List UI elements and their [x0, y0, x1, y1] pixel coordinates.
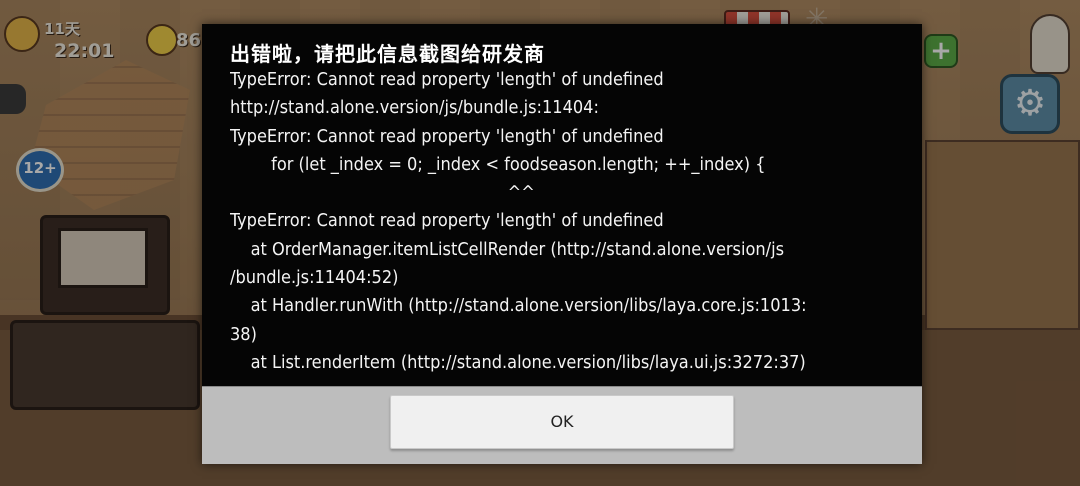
error-line: ^^: [230, 182, 535, 204]
error-line: 38): [230, 323, 257, 345]
error-line: http://stand.alone.version/js/bundle.js:…: [230, 97, 599, 119]
ok-button[interactable]: OK: [390, 395, 734, 449]
error-line: for (let _index = 0; _index < foodseason…: [230, 153, 766, 175]
dialog-footer: OK: [202, 386, 922, 464]
error-line: at OrderManager.itemListCellRender (http…: [230, 238, 785, 260]
error-dialog: 出错啦，请把此信息截图给研发商 TypeError: Cannot read p…: [202, 24, 922, 464]
error-message-scroll[interactable]: TypeError: Cannot read property 'length'…: [230, 66, 910, 382]
error-line: TypeError: Cannot read property 'length'…: [230, 69, 664, 90]
dialog-title: 出错啦，请把此信息截图给研发商: [230, 42, 545, 66]
error-line: at List.renderItem (http://stand.alone.v…: [230, 351, 806, 373]
error-line: TypeError: Cannot read property 'length'…: [230, 210, 664, 232]
error-line: at Handler.runWith (http://stand.alone.v…: [230, 295, 807, 317]
error-line: /bundle.js:11404:52): [230, 267, 399, 289]
error-line: TypeError: Cannot read property 'length'…: [230, 125, 664, 147]
